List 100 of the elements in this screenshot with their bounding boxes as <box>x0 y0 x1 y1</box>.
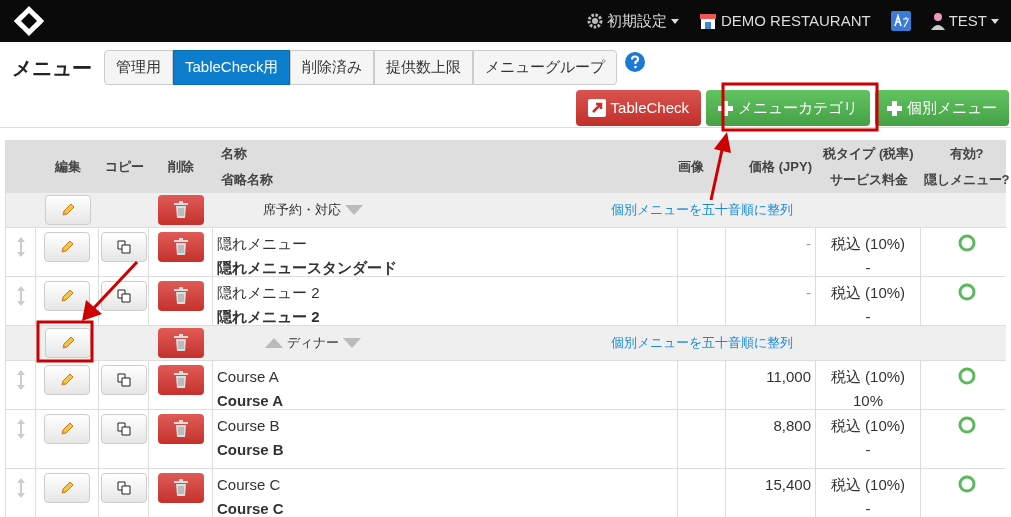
copy-icon <box>116 373 131 387</box>
external-link-button[interactable]: TableCheck <box>575 90 701 126</box>
store-icon <box>698 12 717 30</box>
trash-icon <box>172 420 189 438</box>
tab[interactable]: TableCheck用 <box>173 50 291 85</box>
tax-type: 税込 (10%) <box>830 475 906 495</box>
pencil-icon <box>59 202 76 218</box>
drag-handle-icon[interactable] <box>16 285 25 307</box>
tax-type: 税込 (10%) <box>830 416 906 436</box>
delete-button[interactable] <box>157 365 204 395</box>
edit-button[interactable] <box>44 281 90 311</box>
menu-short-name: Course C <box>217 499 285 517</box>
settings-label: 初期設定 <box>606 10 667 31</box>
column-header: 画像 <box>678 157 704 176</box>
settings-menu[interactable]: 初期設定 <box>586 9 679 33</box>
page-title: メニュー <box>12 55 92 81</box>
service-charge: - <box>865 499 871 517</box>
trash-icon <box>172 479 189 497</box>
plus-icon <box>887 100 902 116</box>
translate-icon[interactable] <box>890 11 911 31</box>
pencil-icon <box>59 480 75 496</box>
restaurant-name: DEMO RESTAURANT <box>720 10 871 31</box>
user-icon <box>930 12 945 30</box>
column-header: 編集 <box>54 157 81 176</box>
column-header: 削除 <box>168 157 194 176</box>
delete-button[interactable] <box>157 473 204 503</box>
category-name: ディナー <box>287 334 339 353</box>
tab[interactable]: 提供数上限 <box>374 50 474 85</box>
external-link-icon <box>587 99 606 117</box>
column-header: 有効? <box>949 145 984 163</box>
column-header: 隠しメニュー? <box>923 170 1010 189</box>
menu-short-name: 隠れメニュー 2 <box>217 307 321 327</box>
drag-handle-icon[interactable] <box>16 236 25 258</box>
copy-button[interactable] <box>100 365 147 395</box>
pencil-icon <box>59 288 75 304</box>
pencil-icon <box>59 421 75 437</box>
menu-name: Course C <box>217 475 282 495</box>
menu-short-name: 隠れメニュースタンダード <box>217 258 398 278</box>
copy-icon <box>116 481 131 495</box>
pencil-icon <box>59 239 75 255</box>
annotation-arrow <box>709 132 731 201</box>
delete-button[interactable] <box>158 195 204 225</box>
column-header: 価格 (JPY) <box>749 157 812 176</box>
trash-icon <box>173 334 189 352</box>
menu-name: Course A <box>217 367 280 387</box>
trash-icon <box>172 371 189 389</box>
tab[interactable]: 管理用 <box>104 50 173 85</box>
delete-button[interactable] <box>158 328 204 358</box>
menu-short-name: Course B <box>217 440 285 460</box>
delete-button[interactable] <box>157 414 204 444</box>
copy-button[interactable] <box>100 281 147 311</box>
pencil-icon <box>59 335 76 351</box>
pencil-icon <box>59 372 75 388</box>
drag-handle-icon[interactable] <box>16 369 25 391</box>
price: 15,400 <box>765 475 811 495</box>
column-header: 税タイプ (税率) <box>823 145 914 163</box>
service-charge: - <box>865 258 871 278</box>
caret-icon <box>991 18 999 24</box>
service-charge: - <box>865 307 871 327</box>
price: - <box>806 283 811 303</box>
delete-button[interactable] <box>157 232 204 262</box>
service-charge: - <box>865 440 871 460</box>
tab[interactable]: メニューグループ <box>473 50 618 85</box>
column-header: 省略名称 <box>221 170 273 189</box>
tax-type: 税込 (10%) <box>830 367 906 387</box>
trash-icon <box>172 287 189 305</box>
user-name: TEST <box>948 10 987 31</box>
trash-icon <box>173 201 189 219</box>
tab[interactable]: 削除済み <box>290 50 375 85</box>
copy-button[interactable] <box>100 414 147 444</box>
drag-handle-icon[interactable] <box>16 477 25 499</box>
menu-name: 隠れメニュー 2 <box>217 283 321 303</box>
help-icon[interactable] <box>625 52 646 72</box>
gear-icon <box>586 13 603 29</box>
edit-button[interactable] <box>44 328 91 358</box>
delete-button[interactable] <box>157 281 204 311</box>
column-header: コピー <box>104 157 144 176</box>
logo-icon <box>12 4 46 38</box>
tax-type: 税込 (10%) <box>830 283 906 303</box>
restaurant-menu[interactable]: DEMO RESTAURANT <box>698 9 871 33</box>
copy-button[interactable] <box>100 232 147 262</box>
caret-icon <box>670 18 679 24</box>
highlight-frame <box>36 320 94 363</box>
service-charge: 10% <box>853 391 883 411</box>
column-header: サービス料金 <box>829 170 908 189</box>
menu-name: Course B <box>217 416 281 436</box>
trash-icon <box>172 238 189 256</box>
menu-name: 隠れメニュー <box>217 234 308 254</box>
category-name: 席予約・対応 <box>263 201 341 220</box>
price: 11,000 <box>766 367 811 387</box>
copy-button[interactable] <box>100 473 147 503</box>
tax-type: 税込 (10%) <box>830 234 906 254</box>
copy-icon <box>116 240 131 254</box>
copy-icon <box>116 422 131 436</box>
column-header: 名称 <box>221 145 247 163</box>
user-menu[interactable]: TEST <box>930 9 999 33</box>
drag-handle-icon[interactable] <box>16 418 25 440</box>
plus-icon <box>718 100 733 116</box>
copy-icon <box>116 289 131 303</box>
price: 8,800 <box>773 416 811 436</box>
